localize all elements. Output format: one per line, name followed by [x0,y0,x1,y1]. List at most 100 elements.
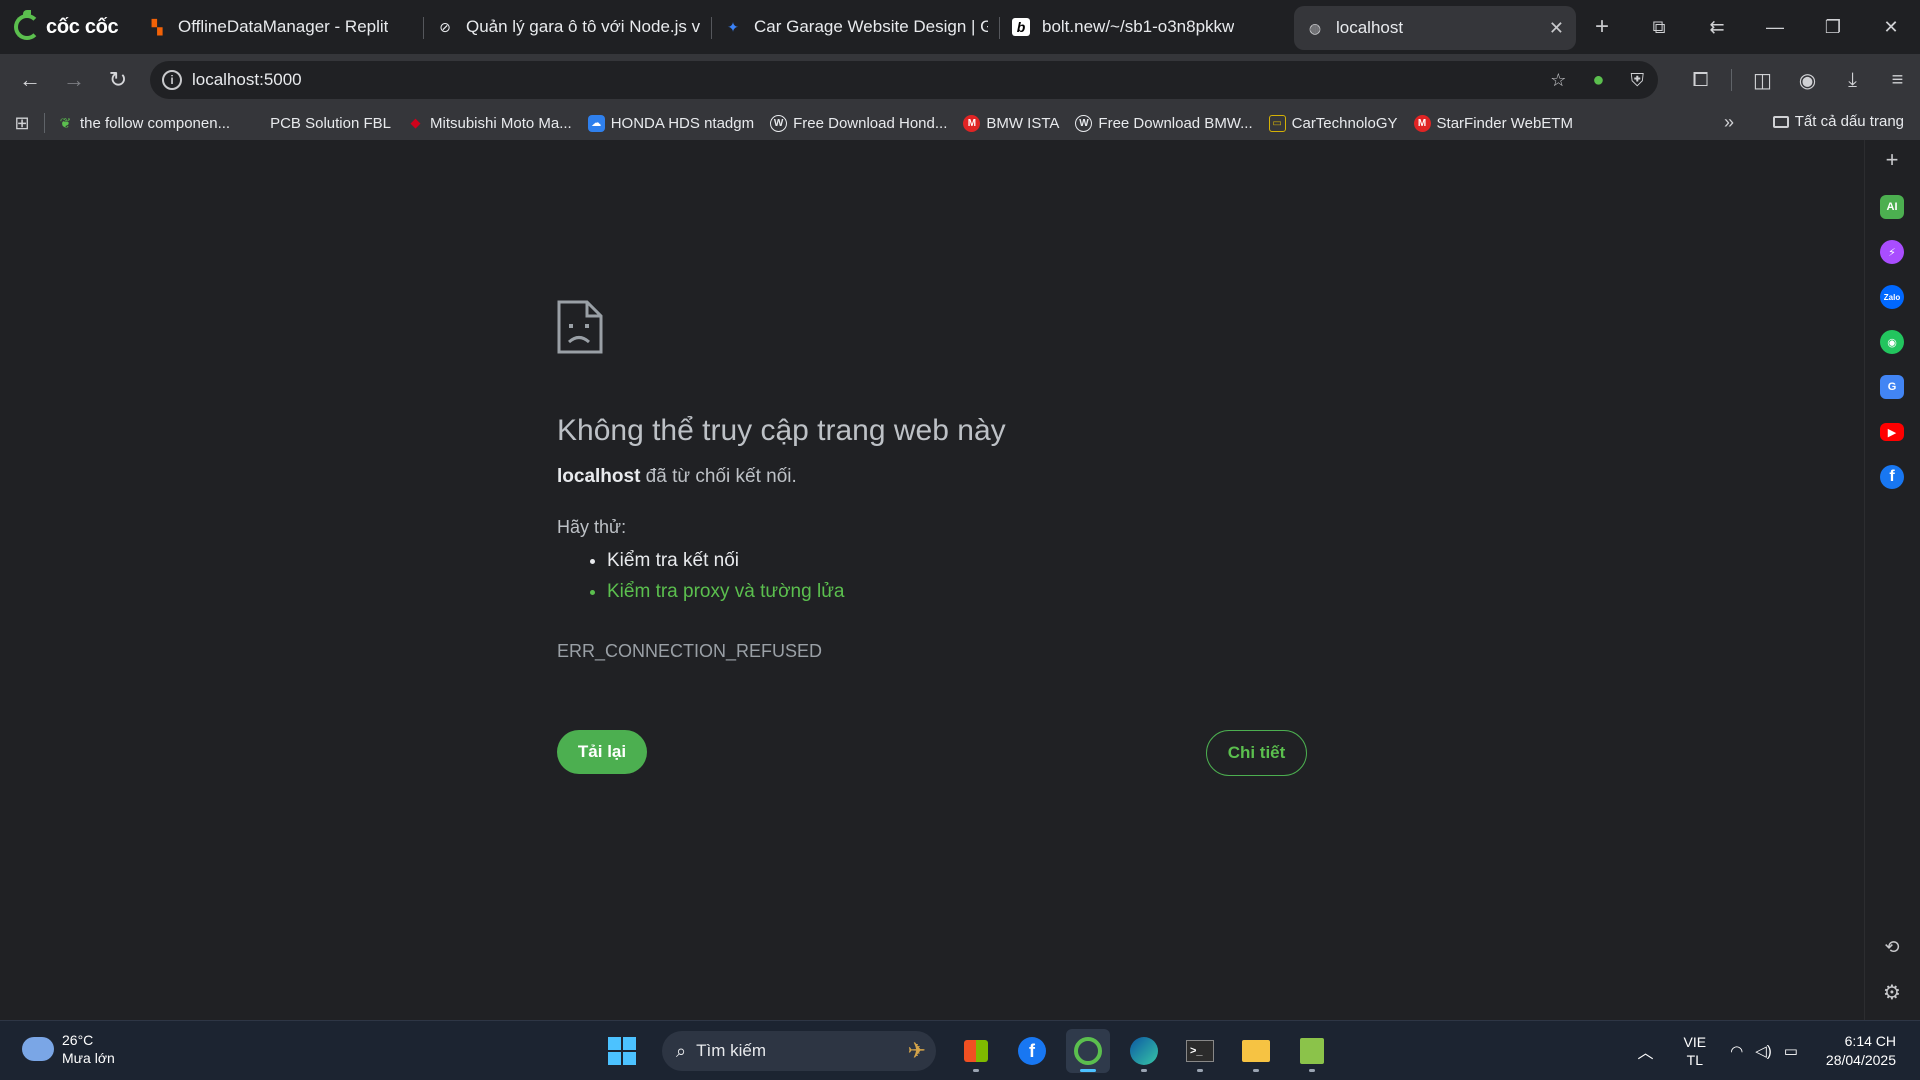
error-host: localhost [557,466,641,487]
tab-search-icon[interactable]: ⇇ [1688,17,1746,38]
coccoc-app-icon[interactable] [1066,1029,1110,1073]
suggestion-check-proxy-link[interactable]: Kiểm tra proxy và tường lửa [607,576,844,607]
download-icon[interactable]: ⤓ [1830,69,1875,92]
bookmark-item[interactable]: ◆ Mitsubishi Moto Ma... [407,115,572,132]
try-label: Hãy thử: [557,517,627,537]
bookmark-item[interactable]: ❦ the follow componen... [57,115,230,132]
tab-bolt[interactable]: b bolt.new/~/sb1-o3n8pkkw [1000,0,1288,54]
dark-mode-icon[interactable]: ● [1592,69,1604,92]
split-view-icon[interactable]: ◫ [1740,68,1785,93]
reload-button[interactable]: ↻ [96,58,140,102]
suggestion-check-connection: Kiểm tra kết nối [607,545,844,576]
language-indicator[interactable]: VIE TL [1684,1033,1707,1069]
error-page: Không thể truy cập trang web này localho… [0,140,1864,1020]
bookmark-item[interactable]: M BMW ISTA [963,114,1060,132]
facebook-icon[interactable]: f [1880,465,1904,489]
ai-icon[interactable]: AI [1880,195,1904,219]
new-tab-button[interactable]: + [1576,0,1628,54]
error-message: localhost đã từ chối kết nối. [557,466,797,488]
m-icon: M [963,114,981,132]
bolt-icon: b [1012,18,1030,36]
site-info-icon[interactable]: i [162,70,182,90]
error-title: Không thể truy cập trang web này [557,414,1006,447]
mitsubishi-icon: ◆ [410,115,421,130]
bookmark-item[interactable]: M StarFinder WebETM [1413,114,1573,132]
windows-taskbar: 26°C Mưa lớn ⌕ Tìm kiếm ✈ f >_ ︿ VIE TL … [0,1020,1920,1080]
clock-date: 28/04/2025 [1825,1052,1896,1068]
search-icon: ⌕ [676,1040,687,1061]
messenger-icon[interactable]: ⚡ [1880,240,1904,264]
m-icon: M [1413,114,1431,132]
browser-brand[interactable]: cốc cốc [0,0,136,54]
tab-car-garage[interactable]: ✦ Car Garage Website Design | Go [712,0,1000,54]
tab-localhost[interactable]: ◍ localhost ✕ [1294,6,1576,50]
minimize-button[interactable]: — [1746,17,1804,38]
tab-title: Car Garage Website Design | Go [754,17,988,36]
apps-grid-icon[interactable]: ⊞ [0,113,44,134]
bookmarks-divider [44,113,45,133]
edge-icon[interactable] [1122,1029,1166,1073]
globe-icon: ◍ [1308,19,1322,36]
profile-icon[interactable]: ◉ [1785,68,1830,93]
url-text[interactable]: localhost:5000 [192,70,302,90]
bookmark-item[interactable]: W Free Download BMW... [1075,114,1253,132]
close-tab-icon[interactable]: ✕ [1549,18,1564,39]
menu-icon[interactable]: ≡ [1875,69,1920,92]
add-panel-icon[interactable]: + [1880,147,1904,172]
chatgpt-icon: ⊘ [439,18,451,35]
bookmark-label: BMW ISTA [986,114,1060,132]
forward-button[interactable]: → [52,58,96,102]
close-window-button[interactable]: ✕ [1862,17,1920,38]
facebook-app-icon[interactable]: f [1010,1029,1054,1073]
windows-start-icon[interactable] [608,1037,636,1065]
bookmark-label: Free Download Hond... [793,114,948,132]
system-tray: ︿ VIE TL ◠ ◁) ▭ 6:14 CH 28/04/2025 [1638,1021,1920,1080]
details-button[interactable]: Chi tiết [1206,730,1307,776]
bookmark-label: StarFinder WebETM [1436,114,1573,132]
bookmark-star-icon[interactable]: ☆ [1550,70,1566,91]
bookmark-item[interactable]: W Free Download Hond... [770,114,948,132]
weather-widget[interactable]: 26°C Mưa lớn [22,1031,115,1067]
notepad-icon[interactable] [1290,1029,1334,1073]
zalo-icon[interactable]: Zalo [1880,285,1904,309]
history-icon[interactable]: ⟲ [1880,935,1904,959]
bookmark-label: the follow componen... [80,114,231,132]
show-hidden-icons-icon[interactable]: ︿ [1638,1039,1654,1063]
adblock-shield-icon[interactable]: ⛨ [1631,70,1645,91]
bookmark-item[interactable]: ▭ CarTechnoloGY [1268,114,1398,132]
quick-settings[interactable]: ◠ ◁) ▭ [1730,1042,1798,1060]
taskbar-search[interactable]: ⌕ Tìm kiếm ✈ [662,1031,936,1071]
reload-page-button[interactable]: Tải lại [557,730,647,774]
screenshot-icon[interactable]: ⧉ [1630,17,1688,38]
clock[interactable]: 6:14 CH 28/04/2025 [1826,1032,1896,1070]
bookmark-item[interactable]: ☁ HONDA HDS ntadgm [587,114,754,132]
brand-name: cốc cốc [46,15,119,38]
tab-title: bolt.new/~/sb1-o3n8pkkw [1042,17,1235,36]
tab-chatgpt[interactable]: ⊘ Quản lý gara ô tô với Node.js và [424,0,712,54]
translate-icon[interactable]: G [1880,375,1904,399]
back-button[interactable]: ← [8,58,52,102]
game-icon[interactable]: ◉ [1880,330,1904,354]
terminal-icon[interactable]: >_ [1178,1029,1222,1073]
more-bookmarks-icon[interactable]: » [1724,112,1734,133]
bookmark-label: Mitsubishi Moto Ma... [430,114,572,132]
sad-document-icon [557,300,603,354]
cloud-icon: ☁ [587,114,605,132]
tab-replit[interactable]: ▚ OfflineDataManager - Replit [136,0,424,54]
extensions-icon[interactable]: ⧠ [1678,69,1723,92]
all-bookmarks-button[interactable]: Tất cả dấu trang [1772,113,1904,130]
lang-bottom: TL [1686,1052,1703,1068]
restore-button[interactable]: ❐ [1804,17,1862,38]
address-bar[interactable]: i localhost:5000 ☆ ● ⛨ [150,61,1658,99]
settings-gear-icon[interactable]: ⚙ [1880,980,1904,1004]
folder-icon [1772,115,1789,128]
leaf-icon: ❦ [59,114,72,131]
bookmark-item[interactable]: PCB Solution FBL [270,115,391,132]
file-explorer-icon[interactable] [1234,1029,1278,1073]
wordpress-icon: W [770,114,788,132]
youtube-icon[interactable]: ▶ [1880,423,1904,441]
replit-icon: ▚ [151,18,163,35]
microsoft-store-icon[interactable] [954,1029,998,1073]
volume-icon: ◁) [1755,1043,1772,1060]
window-controls: ⧉ ⇇ — ❐ ✕ [1630,0,1920,54]
